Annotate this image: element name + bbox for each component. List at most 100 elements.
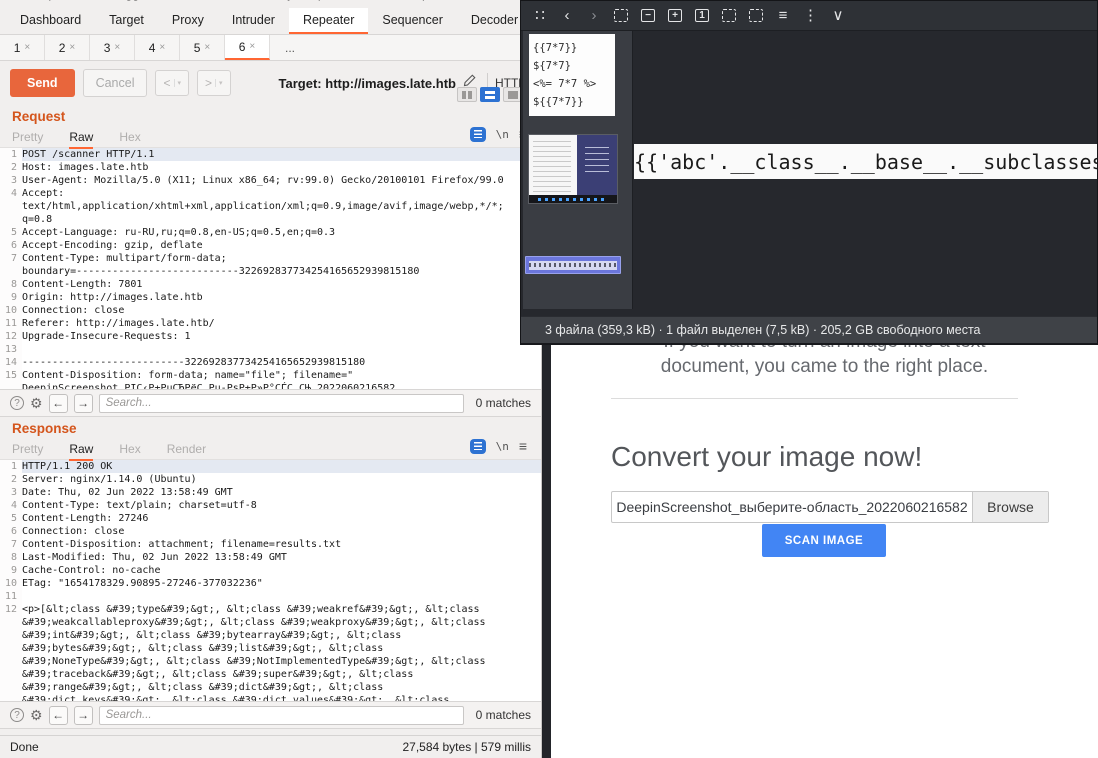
- repeater-tab-4[interactable]: 4×: [135, 35, 180, 60]
- search-prev-icon[interactable]: ←: [49, 706, 68, 725]
- repeater-tab-2[interactable]: 2×: [45, 35, 90, 60]
- request-editor[interactable]: 1POST /scanner HTTP/1.12Host: images.lat…: [0, 148, 541, 389]
- line-text: Content-Length: 27246: [22, 512, 148, 525]
- request-tab-list: Pretty Raw Hex: [12, 128, 167, 146]
- cancel-button[interactable]: Cancel: [83, 69, 148, 97]
- search-prev-icon[interactable]: ←: [49, 394, 68, 413]
- pretty-print-icon[interactable]: [470, 439, 486, 454]
- main-tab-repeater[interactable]: Repeater: [289, 8, 368, 34]
- response-search-input[interactable]: [99, 706, 464, 725]
- main-tab-project-options[interactable]: Project options: [269, 0, 352, 1]
- close-icon[interactable]: ×: [24, 42, 30, 53]
- line-number: 9: [0, 564, 22, 577]
- main-tab-learn[interactable]: Learn: [489, 0, 521, 1]
- code-line: 10ETag: "1654178329.90895-27246-37703223…: [0, 577, 541, 590]
- line-text: &#39;NoneType&#39;&gt;, &lt;class &#39;N…: [22, 655, 486, 668]
- line-number: 3: [0, 174, 22, 187]
- tab-pretty[interactable]: Pretty: [12, 130, 43, 147]
- repeater-tab-3[interactable]: 3×: [90, 35, 135, 60]
- repeater-tab-...[interactable]: ...: [270, 35, 310, 60]
- line-number: 8: [0, 551, 22, 564]
- chevron-down-icon[interactable]: ▾: [215, 79, 223, 87]
- main-tab-comparer[interactable]: Comparer: [22, 0, 78, 1]
- burp-main-tabs-row1: Comparer Logger Extender Project options Use…: [0, 0, 541, 1]
- tab-render[interactable]: Render: [167, 442, 206, 459]
- main-tab-user-options[interactable]: User options: [385, 0, 455, 1]
- search-next-icon[interactable]: →: [74, 706, 93, 725]
- layout-rows-icon[interactable]: [480, 87, 500, 102]
- line-number: 12: [0, 330, 22, 343]
- line-number: [0, 681, 22, 694]
- main-tab-extender[interactable]: Extender: [185, 0, 235, 1]
- line-number: 2: [0, 473, 22, 486]
- line-text: &#39;range&#39;&gt;, &lt;class &#39;dict…: [22, 681, 383, 694]
- main-tab-dashboard[interactable]: Dashboard: [6, 8, 95, 34]
- thumbnail-selected-payload-strip[interactable]: [525, 256, 621, 274]
- gear-icon[interactable]: ⚙: [30, 395, 43, 412]
- file-upload-input[interactable]: DeepinScreenshot_выберите-область_202206…: [611, 491, 1049, 523]
- back-icon[interactable]: ‹: [560, 8, 574, 23]
- tab-pretty[interactable]: Pretty: [12, 442, 43, 459]
- tab-hex[interactable]: Hex: [119, 130, 140, 147]
- forward-icon[interactable]: ›: [587, 8, 601, 23]
- fullscreen-icon[interactable]: [722, 9, 736, 22]
- zoom-fit-icon[interactable]: [614, 9, 628, 22]
- zoom-in-icon[interactable]: +: [668, 9, 682, 22]
- help-icon[interactable]: ?: [10, 396, 24, 410]
- line-text: Referer: http://images.late.htb/: [22, 317, 215, 330]
- tab-hex[interactable]: Hex: [119, 442, 140, 459]
- help-icon[interactable]: ?: [10, 708, 24, 722]
- close-icon[interactable]: ×: [249, 41, 255, 52]
- tab-raw[interactable]: Raw: [69, 442, 93, 461]
- line-text: ETag: "1654178329.90895-27246-377032236": [22, 577, 263, 590]
- status-bytes-label: 27,584 bytes | 579 millis: [402, 740, 531, 754]
- repeater-tab-label: 3: [104, 41, 111, 55]
- gear-icon[interactable]: ⚙: [30, 707, 43, 724]
- zoom-out-icon[interactable]: −: [641, 9, 655, 22]
- dropdown-icon[interactable]: ∨: [831, 8, 845, 23]
- main-tab-target[interactable]: Target: [95, 8, 158, 34]
- close-icon[interactable]: ×: [159, 42, 165, 53]
- close-icon[interactable]: ×: [204, 42, 210, 53]
- search-next-icon[interactable]: →: [74, 394, 93, 413]
- code-line: 1HTTP/1.1 200 OK: [0, 460, 541, 473]
- close-icon[interactable]: ×: [69, 42, 75, 53]
- pretty-print-icon[interactable]: [470, 127, 486, 142]
- payload-note-line: <%= 7*7 %>: [533, 75, 611, 93]
- request-search-input[interactable]: [99, 394, 464, 413]
- thumbnail-ssti-payload-note[interactable]: {{7*7}}${7*7}<%= 7*7 %>${{7*7}}: [529, 34, 615, 116]
- history-forward-button[interactable]: > ▾: [197, 70, 231, 96]
- thumbnails-grid-icon[interactable]: ∷: [533, 8, 547, 23]
- viewed-image-strip: {{'abc'.__class__.__base__.__subclasses_…: [634, 144, 1097, 179]
- main-tab-proxy[interactable]: Proxy: [158, 8, 218, 34]
- show-newlines-icon[interactable]: \n: [496, 128, 509, 141]
- code-line: 5Accept-Language: ru-RU,ru;q=0.8,en-US;q…: [0, 226, 541, 239]
- layout-columns-icon[interactable]: [457, 87, 477, 102]
- line-number: 12: [0, 603, 22, 616]
- history-back-button[interactable]: < ▾: [155, 70, 189, 96]
- list-view-icon[interactable]: ≡: [776, 8, 790, 23]
- main-tab-logger[interactable]: Logger: [112, 0, 151, 1]
- response-editor[interactable]: 1HTTP/1.1 200 OK2Server: nginx/1.14.0 (U…: [0, 460, 541, 701]
- main-tab-intruder[interactable]: Intruder: [218, 8, 289, 34]
- show-newlines-icon[interactable]: \n: [496, 440, 509, 453]
- scan-image-button[interactable]: SCAN IMAGE: [762, 524, 886, 557]
- chevron-down-icon[interactable]: ▾: [174, 79, 182, 87]
- thumbnail-screenshot-convert-page[interactable]: [528, 134, 618, 204]
- status-done-label: Done: [10, 740, 39, 754]
- code-line: 6Accept-Encoding: gzip, deflate: [0, 239, 541, 252]
- repeater-tab-1[interactable]: 1×: [0, 35, 45, 60]
- repeater-tab-6[interactable]: 6×: [225, 35, 270, 60]
- close-icon[interactable]: ×: [114, 42, 120, 53]
- tab-raw[interactable]: Raw: [69, 130, 93, 149]
- main-tab-sequencer[interactable]: Sequencer: [368, 8, 456, 34]
- repeater-tab-5[interactable]: 5×: [180, 35, 225, 60]
- line-number: [0, 616, 22, 629]
- frameless-view-icon[interactable]: [749, 9, 763, 22]
- menu-hamburger-icon[interactable]: ≡: [519, 438, 527, 454]
- send-button[interactable]: Send: [10, 69, 75, 97]
- zoom-100-icon[interactable]: 1: [695, 9, 709, 22]
- more-options-icon[interactable]: ⋮: [803, 8, 818, 23]
- code-line: 13: [0, 343, 541, 356]
- browse-button[interactable]: Browse: [972, 492, 1048, 522]
